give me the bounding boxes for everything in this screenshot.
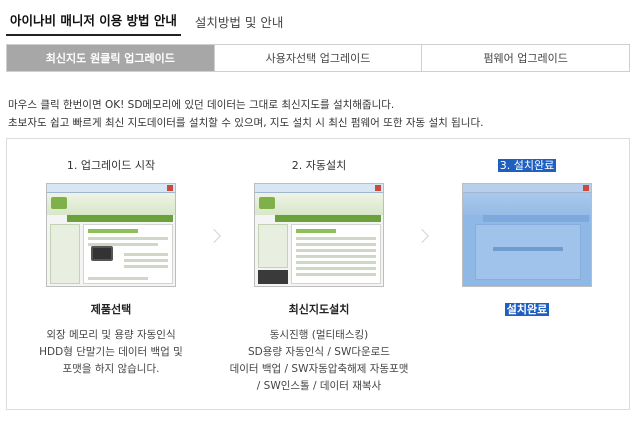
description-line-1: 마우스 클릭 한번이면 OK! SD메모리에 있던 데이터는 그대로 최신지도를… [8,99,395,111]
step-2: 2. 자동설치 최신지도설치 동시진행 (멀티태스킹) SD용량 자동인식 / … [229,139,409,395]
step-1-desc-line: 외장 메모리 및 용량 자동인식 [46,329,176,341]
step-3-screenshot [462,183,592,287]
step-2-desc-line: 데이터 백업 / SW자동압축해제 자동포맷 [229,363,409,375]
step-2-title: 2. 자동설치 [291,159,347,172]
chevron-right-icon [206,228,222,244]
step-1-screenshot [46,183,176,287]
step-2-desc-line: / SW인스톨 / 데이터 재복사 [256,380,382,392]
tab-install-guide[interactable]: 설치방법 및 안내 [191,12,287,36]
chevron-right-icon [414,228,430,244]
step-1-desc-line: 포맷을 하지 않습니다. [62,363,160,375]
step-2-screenshot [254,183,384,287]
step-3-title: 3. 설치완료 [437,157,617,173]
step-1: 1. 업그레이드 시작 제품선택 외장 메모리 및 용량 자동인식 HDD형 단… [21,139,201,378]
tab-usage-guide[interactable]: 아이나비 매니저 이용 방법 안내 [6,10,181,36]
step-1-desc: 외장 메모리 및 용량 자동인식 HDD형 단말기는 데이터 백업 및 포맷을 … [21,327,201,378]
step-1-desc-line: HDD형 단말기는 데이터 백업 및 [39,346,183,358]
step-3-title-text: 3. 설치완료 [497,159,557,172]
sub-tab-bar: 최신지도 원클릭 업그레이드 사용자선택 업그레이드 펌웨어 업그레이드 [6,44,630,72]
step-2-desc: 동시진행 (멀티태스킹) SD용량 자동인식 / SW다운로드 데이터 백업 /… [229,327,409,395]
description-line-2: 초보자도 쉽고 빠르게 최신 지도데이터를 설치할 수 있으며, 지도 설치 시… [8,117,484,129]
step-2-name: 최신지도설치 [288,303,350,316]
step-1-name: 제품선택 [90,303,132,316]
step-2-desc-line: SD용량 자동인식 / SW다운로드 [248,346,390,358]
step-3-name-text: 설치완료 [504,303,550,316]
steps-panel: 1. 업그레이드 시작 제품선택 외장 메모리 및 용량 자동인식 HDD형 단… [6,138,630,410]
subtab-user-select-upgrade[interactable]: 사용자선택 업그레이드 [214,45,423,71]
step-3: 3. 설치완료 설치완료 [437,139,617,317]
device-image [91,246,113,261]
step-2-desc-line: 동시진행 (멀티태스킹) [269,329,369,341]
step-3-name: 설치완료 [437,301,617,317]
subtab-firmware-upgrade[interactable]: 펌웨어 업그레이드 [422,45,630,71]
subtab-one-click-upgrade[interactable]: 최신지도 원클릭 업그레이드 [7,45,215,71]
banner-image [258,270,288,284]
step-1-title: 1. 업그레이드 시작 [66,159,156,172]
top-tab-bar: 아이나비 매니저 이용 방법 안내 설치방법 및 안내 [6,10,297,36]
description: 마우스 클릭 한번이면 OK! SD메모리에 있던 데이터는 그대로 최신지도를… [8,96,483,132]
